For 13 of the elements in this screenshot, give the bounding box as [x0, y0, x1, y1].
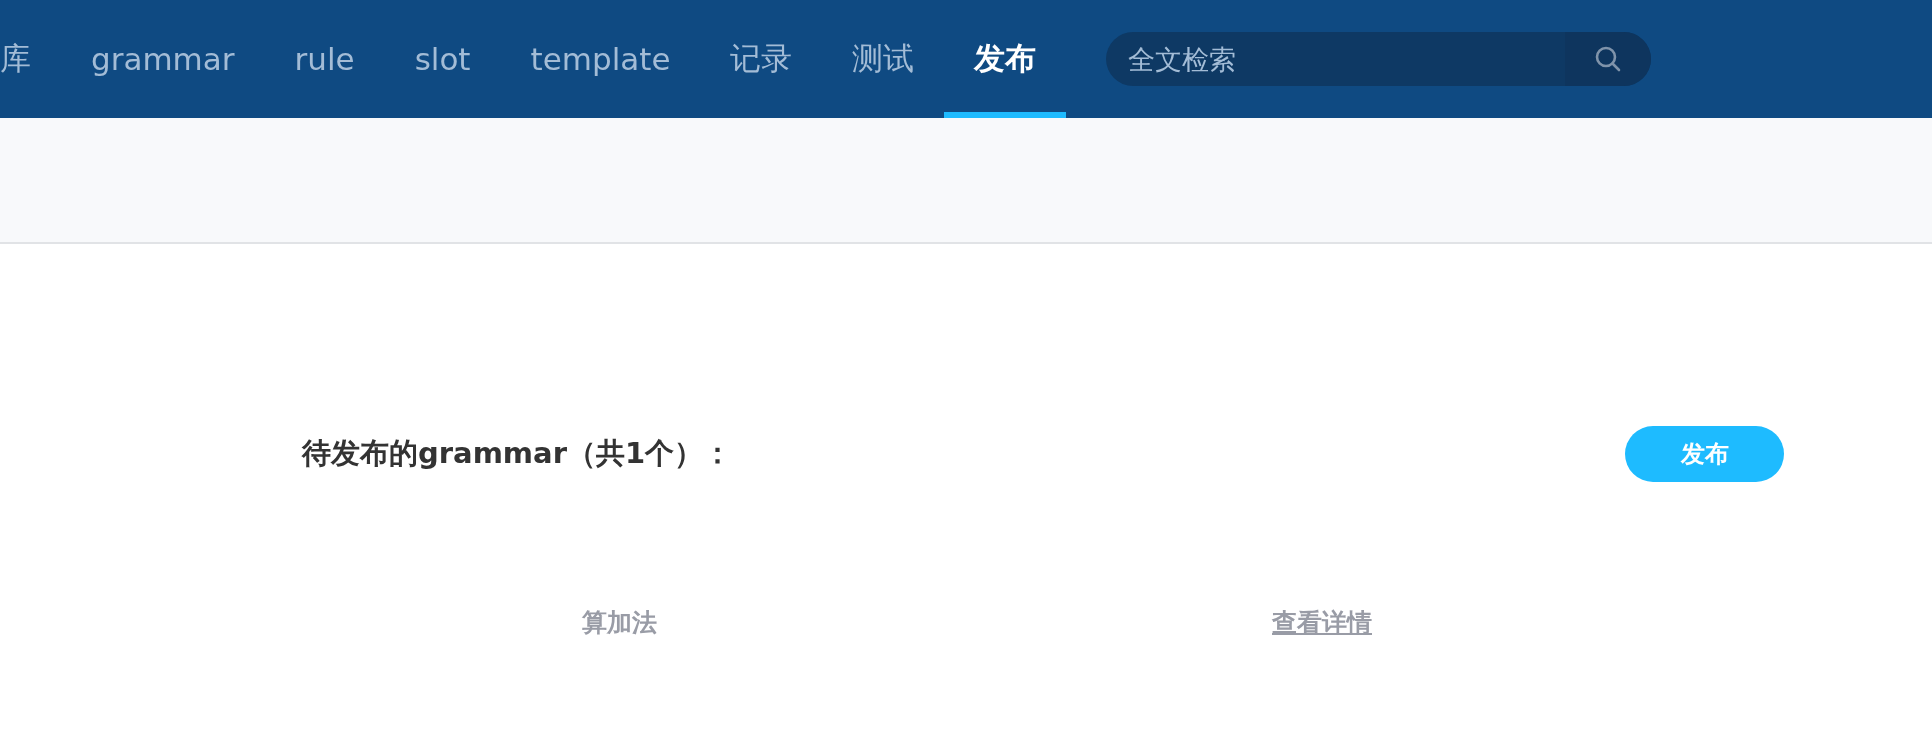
search-field[interactable]: 全文检索	[1106, 42, 1566, 76]
search-button[interactable]	[1565, 32, 1652, 86]
section-heading: 待发布的grammar（共1个）：	[302, 435, 733, 472]
search-bar[interactable]: 全文检索	[1106, 32, 1652, 86]
nav-tab[interactable]: rule	[264, 0, 385, 118]
nav-tab[interactable]: grammar	[61, 0, 265, 118]
grammar-name: 算加法	[582, 607, 657, 639]
details-link[interactable]: 查看详情	[1272, 606, 1372, 639]
nav-tab[interactable]: 库	[0, 0, 61, 118]
nav-tab[interactable]: slot	[384, 0, 501, 118]
nav-tab[interactable]: template	[500, 0, 701, 118]
nav-tab[interactable]: 测试	[822, 0, 945, 118]
nav-tab[interactable]: 记录	[700, 0, 823, 118]
